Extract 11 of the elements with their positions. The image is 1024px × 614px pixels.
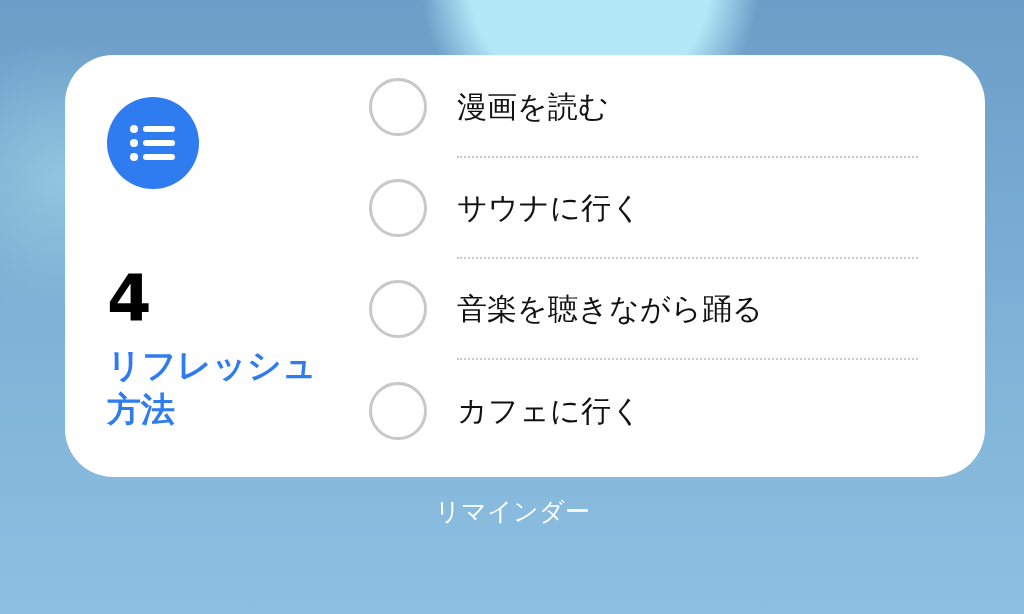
list-name: リフレッシュ方法 — [107, 344, 318, 432]
checkbox[interactable] — [369, 77, 427, 136]
reminder-count: 4 — [107, 267, 153, 331]
checkbox[interactable] — [369, 381, 427, 440]
app-label: リマインダー — [433, 496, 591, 528]
checkbox[interactable] — [369, 178, 427, 237]
checkbox[interactable] — [369, 279, 427, 338]
reminder-title: 漫画を読む — [457, 88, 609, 126]
reminder-title: サウナに行く — [457, 189, 642, 227]
reminder-title: カフェに行く — [457, 392, 642, 430]
reminder-title: 音楽を聴きながら踊る — [457, 290, 763, 328]
